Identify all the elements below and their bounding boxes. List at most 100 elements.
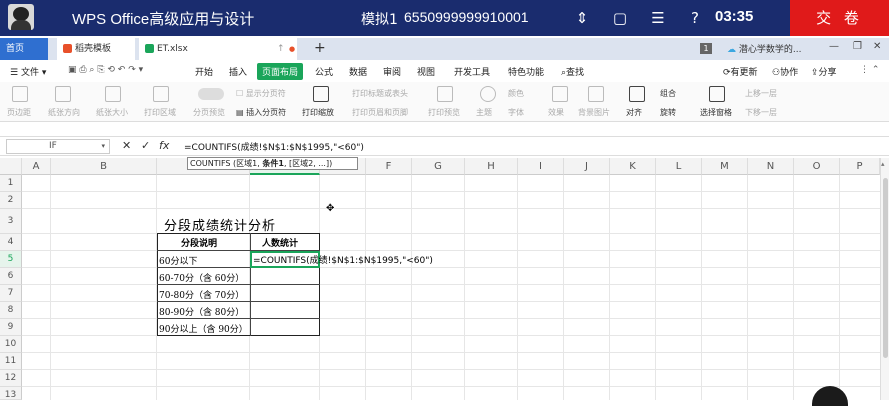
scrollbar-thumb[interactable] [883,178,888,358]
ribbon-send-backward[interactable]: 下移一层 [745,107,777,118]
menu-update[interactable]: ⟳有更新 [723,65,758,78]
theme-icon[interactable] [480,86,496,102]
restore-icon[interactable]: ❐ [853,41,862,52]
select-all-corner[interactable] [0,158,22,175]
more-icon[interactable]: ⋮ ⌃ [860,65,879,75]
ribbon-show-page-breaks[interactable]: ☐ 显示分页符 [236,88,286,99]
formula-input[interactable]: =COUNTIFS(成绩!$N$1:$N$1995,"<60") [184,140,364,153]
menu-data[interactable]: 数据 [349,65,367,78]
pin-icon[interactable]: ↑ [277,38,285,60]
spreadsheet-grid[interactable]: A B C D E F G H I J K L M N O P 1 2 3 4 … [0,158,880,400]
ribbon-effects[interactable]: 效果 [548,107,564,118]
selection-pane-icon[interactable] [709,86,725,102]
menu-features[interactable]: 特色功能 [508,65,544,78]
cell-edit-text[interactable]: =COUNTIFS(成绩!$N$1:$N$1995,"<60") [253,253,433,266]
menu-developer[interactable]: 开发工具 [454,65,490,78]
vertical-scrollbar[interactable] [880,158,889,400]
page-break-preview-toggle[interactable] [198,88,224,100]
ribbon-fonts[interactable]: 字体 [508,107,524,118]
list-icon[interactable]: ☰ [649,9,667,27]
ribbon-page-break-preview[interactable]: 分页预览 [193,107,225,118]
margins-icon[interactable] [12,86,28,102]
ribbon-orientation[interactable]: 纸张方向 [48,107,80,118]
scroll-up-icon[interactable]: ▴ [881,160,885,168]
col-header-i[interactable]: I [518,158,564,175]
col-header-h[interactable]: H [465,158,518,175]
confirm-icon[interactable]: ✓ [141,139,150,152]
ribbon-header-footer[interactable]: 打印页眉和页脚 [352,107,408,118]
ribbon-background[interactable]: 背景图片 [578,107,610,118]
row-header-7[interactable]: 7 [0,285,22,302]
close-icon[interactable]: ✕ [873,41,881,52]
row-header-6[interactable]: 6 [0,268,22,285]
table-row[interactable]: 60-70分（含 60分） [159,271,244,284]
submit-button[interactable]: 交 卷 [790,0,889,36]
row-header-12[interactable]: 12 [0,370,22,387]
menu-page-layout[interactable]: 页面布局 [257,63,304,80]
table-header-segment[interactable]: 分段说明 [181,236,217,249]
table-row[interactable]: 90分以上（含 90分） [159,322,248,335]
user-account[interactable]: ☁ 潜心学数学的... [727,42,801,55]
col-header-l[interactable]: L [656,158,702,175]
ribbon-print-area[interactable]: 打印区域 [144,107,176,118]
menu-collaborate[interactable]: ⚇协作 [772,65,798,78]
col-header-g[interactable]: G [412,158,465,175]
row-header-9[interactable]: 9 [0,319,22,336]
fx-icon[interactable]: fx [159,139,169,152]
col-header-n[interactable]: N [748,158,794,175]
row-header-5[interactable]: 5 [0,251,22,268]
window-icon[interactable]: ▢ [611,9,629,27]
cancel-icon[interactable]: ✕ [122,139,131,152]
window-count-badge[interactable]: 1 [700,43,712,54]
tab-templates[interactable]: 稻壳模板 [57,38,135,60]
align-icon[interactable] [629,86,645,102]
ribbon-rotate[interactable]: 旋转 [660,107,676,118]
background-image-icon[interactable] [588,86,604,102]
row-header-11[interactable]: 11 [0,353,22,370]
name-box[interactable]: IF ▾ [6,139,110,154]
col-header-f[interactable]: F [366,158,412,175]
tab-file[interactable]: ET.xlsx ↑ ● [139,38,297,60]
ribbon-print-scale[interactable]: 打印缩放 [302,107,334,118]
ribbon-paper-size[interactable]: 纸张大小 [96,107,128,118]
table-row[interactable]: 80-90分（含 80分） [159,305,244,318]
print-area-icon[interactable] [153,86,169,102]
quick-access-icons[interactable]: ▣ ⎙ ⌕ ⎘ ⟲ ↶ ↷ ▾ [68,65,143,75]
menu-search[interactable]: ⌕查找 [561,65,584,78]
menu-insert[interactable]: 插入 [229,65,247,78]
ribbon-insert-page-break[interactable]: ▤ 插入分页符 [236,107,286,118]
table-row[interactable]: 70-80分（含 70分） [159,288,244,301]
help-icon[interactable]: ? [686,9,704,27]
table-row[interactable]: 60分以下 [159,254,197,267]
print-preview-icon[interactable] [437,86,453,102]
row-header-4[interactable]: 4 [0,234,22,251]
menu-view[interactable]: 视图 [417,65,435,78]
ribbon-group[interactable]: 组合 [660,88,676,99]
row-header-10[interactable]: 10 [0,336,22,353]
row-header-3[interactable]: 3 [0,209,22,234]
new-tab-icon[interactable]: + [314,40,326,56]
ribbon-selection-pane[interactable]: 选择窗格 [700,107,732,118]
effects-icon[interactable] [552,86,568,102]
row-header-2[interactable]: 2 [0,192,22,209]
ribbon-margins[interactable]: 页边距 [7,107,31,118]
col-header-o[interactable]: O [794,158,840,175]
ribbon-colors[interactable]: 颜色 [508,88,524,99]
menu-file[interactable]: ☰ 文件 ▾ [10,65,46,78]
collapse-icon[interactable]: ⇕ [573,9,591,27]
row-header-8[interactable]: 8 [0,302,22,319]
menu-review[interactable]: 审阅 [383,65,401,78]
row-header-1[interactable]: 1 [0,175,22,192]
ribbon-print-titles[interactable]: 打印标题或表头 [352,88,408,99]
menu-share[interactable]: ⇪分享 [811,65,837,78]
col-header-b[interactable]: B [51,158,157,175]
paper-size-icon[interactable] [105,86,121,102]
row-header-13[interactable]: 13 [0,387,22,400]
col-header-m[interactable]: M [702,158,748,175]
menu-formula[interactable]: 公式 [315,65,333,78]
orientation-icon[interactable] [55,86,71,102]
col-header-j[interactable]: J [564,158,610,175]
ribbon-theme[interactable]: 主题 [476,107,492,118]
col-header-p[interactable]: P [840,158,880,175]
col-header-a[interactable]: A [22,158,51,175]
